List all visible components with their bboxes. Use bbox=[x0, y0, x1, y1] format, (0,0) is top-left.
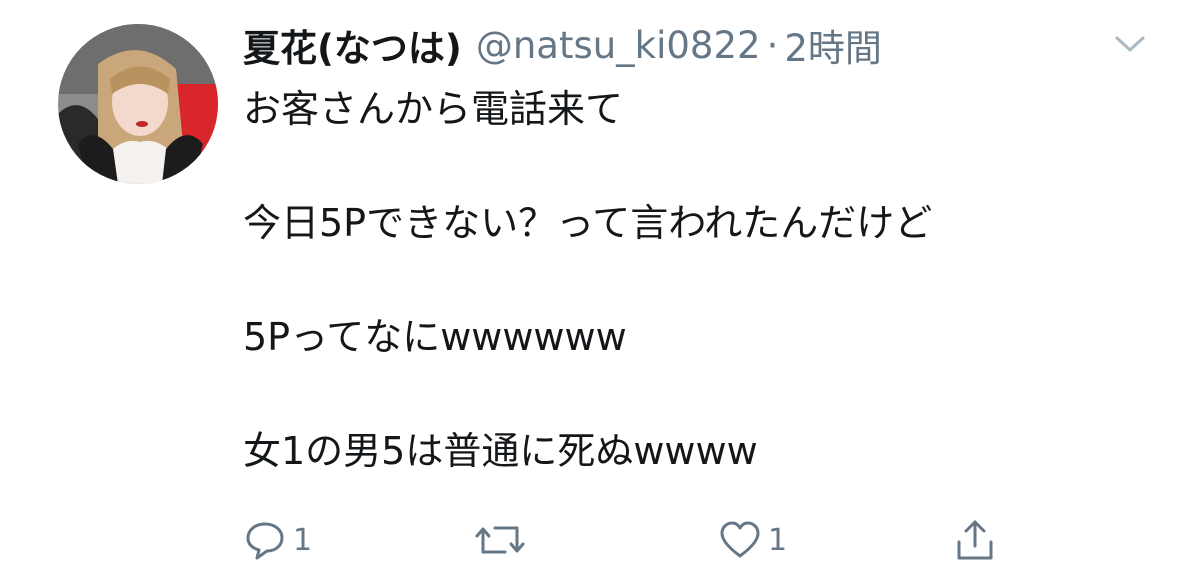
timestamp[interactable]: 2時間 bbox=[784, 18, 882, 72]
like-button[interactable]: 1 bbox=[718, 512, 787, 568]
like-count: 1 bbox=[768, 522, 788, 558]
tweet-line: 今日5Pできない？って言われたんだけど bbox=[243, 201, 933, 245]
tweet-actions: 1 1 bbox=[243, 512, 1173, 568]
separator-dot: · bbox=[766, 23, 779, 67]
tweet-line: 5Pってなにwwwwww bbox=[243, 315, 627, 359]
chevron-down-icon bbox=[1115, 36, 1145, 52]
share-button[interactable] bbox=[953, 512, 997, 568]
display-name[interactable]: 夏花(なつは) bbox=[243, 18, 462, 72]
user-handle[interactable]: @natsu_ki0822 bbox=[476, 24, 761, 67]
tweet-line: 女1の男5は普通に死ぬwwww bbox=[243, 429, 758, 473]
avatar-photo bbox=[58, 24, 218, 184]
reply-icon bbox=[246, 522, 284, 560]
retweet-button[interactable] bbox=[475, 512, 531, 568]
like-icon bbox=[720, 521, 760, 558]
tweet-text: お客さんから電話来て 今日5Pできない？って言われたんだけど 5Pってなにwww… bbox=[243, 82, 1173, 478]
tweet-line: お客さんから電話来て bbox=[243, 87, 624, 131]
share-icon bbox=[957, 520, 993, 560]
retweet-icon bbox=[475, 526, 525, 554]
reply-count: 1 bbox=[293, 522, 313, 558]
reply-button[interactable]: 1 bbox=[243, 512, 312, 568]
tweet-header: 夏花(なつは) @natsu_ki0822 · 2時間 bbox=[243, 16, 882, 74]
more-options-button[interactable] bbox=[1112, 30, 1148, 58]
avatar[interactable] bbox=[58, 24, 218, 184]
